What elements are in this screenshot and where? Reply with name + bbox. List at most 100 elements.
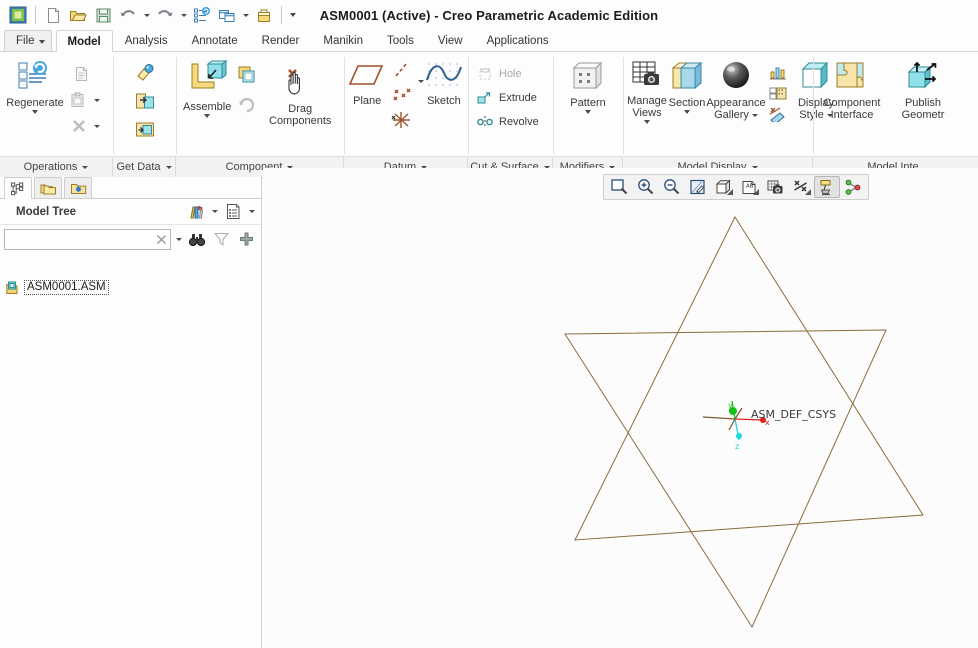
creo-logo-icon[interactable] bbox=[6, 3, 30, 27]
search-input[interactable] bbox=[10, 232, 156, 246]
tab-analysis[interactable]: Analysis bbox=[113, 30, 180, 51]
revolve-button[interactable]: Revolve bbox=[472, 110, 543, 134]
appearance-gallery-label-line2: Gallery bbox=[714, 109, 749, 121]
customize-qat-icon[interactable] bbox=[287, 3, 298, 27]
settings-tools-icon[interactable] bbox=[184, 200, 208, 224]
delete-dropdown-icon[interactable] bbox=[94, 124, 100, 128]
tab-manikin[interactable]: Manikin bbox=[311, 30, 375, 51]
open-icon[interactable] bbox=[66, 3, 90, 27]
assemble-button[interactable]: Assemble bbox=[180, 56, 234, 118]
redo-dropdown-icon[interactable] bbox=[178, 3, 189, 27]
search-history-dropdown-icon[interactable] bbox=[174, 227, 184, 251]
settings-dropdown-icon[interactable] bbox=[209, 200, 220, 224]
ribbon-tab-strip: File Model Analysis Annotate Render Mani… bbox=[0, 30, 978, 52]
window-dropdown-icon[interactable] bbox=[240, 3, 251, 27]
extrude-button[interactable]: Extrude bbox=[472, 86, 543, 110]
import-icon[interactable] bbox=[132, 61, 158, 85]
datum-point-icon[interactable] bbox=[389, 83, 415, 107]
filter-funnel-icon[interactable] bbox=[211, 227, 232, 251]
new-icon[interactable] bbox=[41, 3, 65, 27]
save-icon[interactable] bbox=[91, 3, 115, 27]
hole-button: Hole bbox=[472, 62, 543, 86]
pattern-dropdown-icon[interactable] bbox=[585, 110, 591, 114]
appearance-gallery-button[interactable]: Appearance Gallery bbox=[706, 56, 766, 121]
group-label-get-data-text: Get Data bbox=[116, 161, 161, 173]
add-plus-icon[interactable] bbox=[236, 227, 257, 251]
component-interface-label-line2: Interface bbox=[830, 109, 874, 121]
assemble-label: Assemble bbox=[183, 101, 232, 113]
tab-view[interactable]: View bbox=[426, 30, 475, 51]
assembly-icon bbox=[6, 281, 20, 295]
model-tree-tab[interactable] bbox=[4, 177, 32, 199]
pattern-button[interactable]: Pattern bbox=[557, 56, 619, 114]
layer-grid-icon[interactable] bbox=[765, 85, 791, 101]
pattern-label: Pattern bbox=[570, 97, 606, 109]
datum-plane-triangle-up bbox=[574, 215, 924, 541]
tab-annotate[interactable]: Annotate bbox=[180, 30, 250, 51]
tab-tools[interactable]: Tools bbox=[375, 30, 426, 51]
tab-render[interactable]: Render bbox=[250, 30, 312, 51]
hole-label: Hole bbox=[499, 68, 522, 80]
display-list-dropdown-icon[interactable] bbox=[246, 200, 257, 224]
undo-dropdown-icon[interactable] bbox=[141, 3, 152, 27]
merge-icon[interactable] bbox=[132, 89, 158, 113]
regenerate-label: Regenerate bbox=[6, 97, 64, 109]
undo-icon[interactable] bbox=[116, 3, 140, 27]
section-dropdown-icon[interactable] bbox=[684, 110, 690, 114]
find-binoculars-icon[interactable] bbox=[187, 227, 208, 251]
tab-file[interactable]: File bbox=[4, 30, 52, 51]
model-tree-header: Model Tree bbox=[0, 199, 261, 225]
clear-x-icon[interactable] bbox=[156, 234, 167, 245]
paste-dropdown-icon[interactable] bbox=[94, 98, 100, 102]
tab-manikin-label: Manikin bbox=[323, 35, 363, 47]
model-tree-search-row bbox=[0, 225, 261, 253]
display-list-icon[interactable] bbox=[221, 200, 245, 224]
table-row[interactable]: ASM0001.ASM bbox=[0, 279, 261, 296]
chevron-down-icon bbox=[165, 165, 172, 169]
tab-file-label: File bbox=[16, 35, 35, 47]
group-label-operations[interactable]: Operations bbox=[0, 157, 113, 177]
tab-analysis-label: Analysis bbox=[124, 35, 168, 47]
search-box[interactable] bbox=[4, 228, 171, 250]
tab-model[interactable]: Model bbox=[55, 30, 113, 52]
appearance-gallery-dropdown-icon[interactable] bbox=[751, 113, 758, 117]
manage-views-button[interactable]: Manage Views bbox=[627, 56, 667, 124]
window-icon[interactable] bbox=[215, 3, 239, 27]
datum-small-commands bbox=[386, 56, 417, 132]
group-label-get-data[interactable]: Get Data bbox=[113, 157, 176, 177]
manage-views-dropdown-icon[interactable] bbox=[644, 120, 650, 124]
datum-plane-button[interactable]: Plane bbox=[348, 56, 386, 107]
model-tree-content: ASM0001.ASM bbox=[0, 275, 261, 648]
navigator-tabs bbox=[0, 177, 261, 199]
datum-axis-icon[interactable] bbox=[389, 58, 415, 82]
regenerate-button[interactable]: Regenerate bbox=[4, 56, 66, 114]
manage-views-label-line1: Manage bbox=[627, 95, 667, 107]
graphics-viewport[interactable]: AB y x z ASM_DEF_CSYS bbox=[263, 168, 978, 648]
create-component-icon[interactable] bbox=[234, 62, 260, 86]
regenerate-dropdown-icon[interactable] bbox=[32, 110, 38, 114]
creo-parametric-window: ASM0001 (Active) - Creo Parametric Acade… bbox=[0, 0, 978, 648]
publish-geometry-label-line2: Geometr bbox=[901, 109, 945, 121]
assemble-dropdown-icon[interactable] bbox=[204, 114, 211, 118]
datum-csys-icon[interactable] bbox=[389, 108, 415, 132]
favorites-folder-icon bbox=[70, 181, 87, 196]
close-window-icon[interactable] bbox=[252, 3, 276, 27]
chevron-down-icon bbox=[38, 40, 45, 44]
folder-browser-icon bbox=[40, 181, 57, 196]
folder-browser-tab[interactable] bbox=[34, 177, 62, 198]
redo-icon[interactable] bbox=[153, 3, 177, 27]
drag-components-button[interactable]: Drag Components bbox=[260, 56, 340, 127]
shrinkwrap-icon[interactable] bbox=[132, 117, 158, 141]
favorites-tab[interactable] bbox=[64, 177, 92, 198]
publish-geometry-button[interactable]: Publish Geometr bbox=[887, 56, 959, 121]
component-interface-button[interactable]: Component Interface bbox=[817, 56, 887, 121]
model-geometry: y x z ASM_DEF_CSYS bbox=[564, 215, 924, 629]
drag-components-label-line1: Drag bbox=[288, 103, 313, 115]
section-button[interactable]: Section bbox=[667, 56, 707, 114]
sketch-button[interactable]: Sketch bbox=[424, 56, 464, 107]
regenerate-icon[interactable] bbox=[190, 3, 214, 27]
bar-chart-icon[interactable] bbox=[765, 63, 791, 82]
datum-display-icon[interactable] bbox=[765, 104, 791, 122]
tab-applications[interactable]: Applications bbox=[475, 30, 561, 51]
component-interface-label-line1: Component bbox=[823, 97, 881, 109]
